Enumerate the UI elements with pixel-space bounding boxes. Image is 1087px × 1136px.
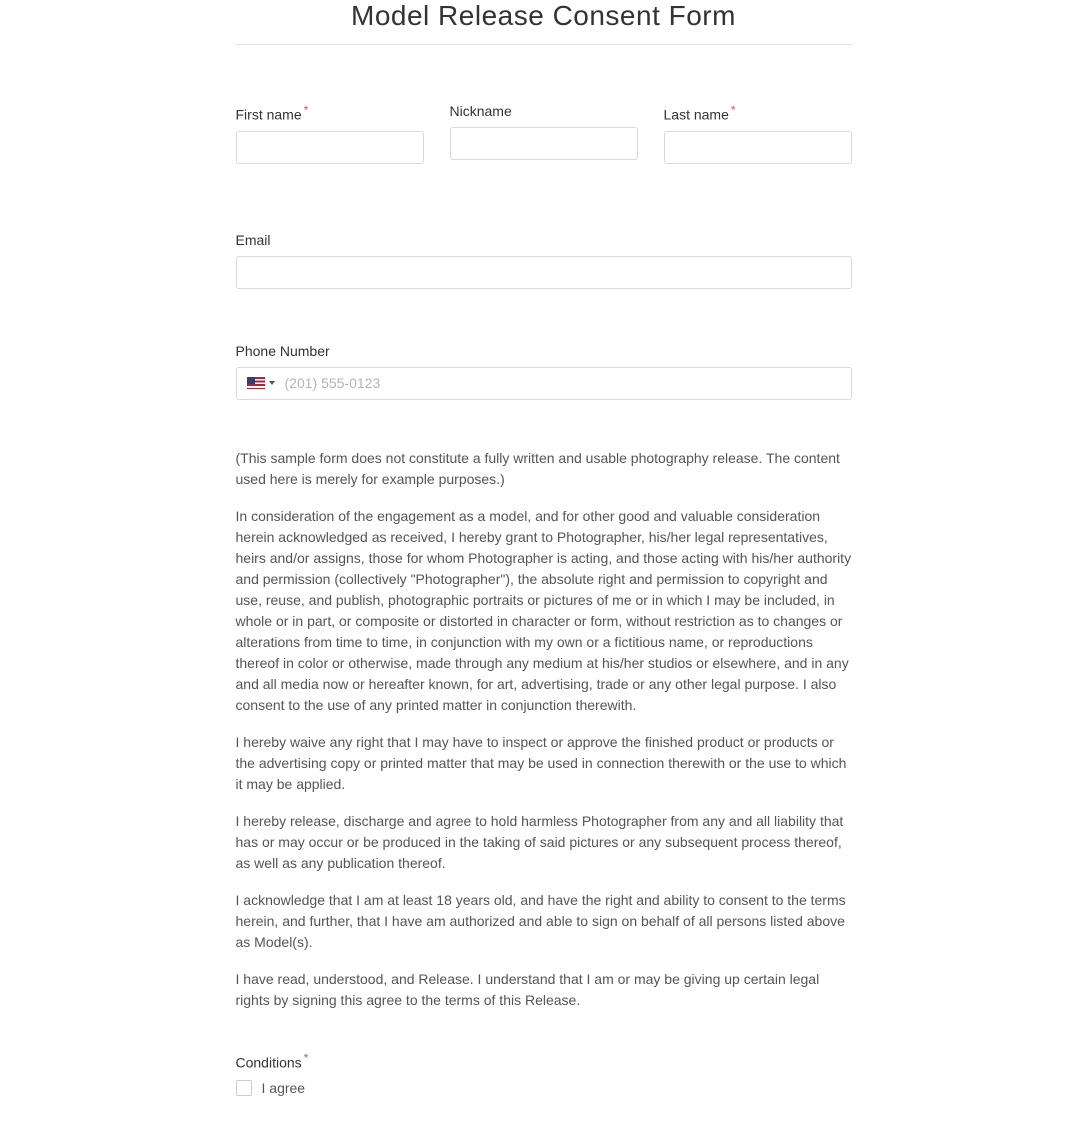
email-input[interactable] <box>236 256 852 289</box>
nickname-label: Nickname <box>450 103 638 119</box>
email-group: Email <box>236 232 852 289</box>
consent-paragraph: I hereby release, discharge and agree to… <box>236 811 852 874</box>
last-name-label: Last name* <box>664 103 852 123</box>
required-star-icon: * <box>304 103 309 117</box>
last-name-label-text: Last name <box>664 107 729 123</box>
required-star-icon: * <box>731 103 736 117</box>
first-name-group: First name* <box>236 103 424 164</box>
flag-us-icon <box>247 377 265 389</box>
country-code-selector[interactable] <box>247 377 285 389</box>
conditions-label-text: Conditions <box>236 1054 302 1070</box>
required-star-icon: * <box>304 1051 309 1065</box>
conditions-group: Conditions* I agree <box>236 1051 852 1097</box>
consent-paragraph: (This sample form does not constitute a … <box>236 448 852 490</box>
phone-input[interactable] <box>285 375 841 391</box>
consent-paragraph: I have read, understood, and Release. I … <box>236 969 852 1011</box>
agree-checkbox-label: I agree <box>262 1080 306 1096</box>
consent-text-block: (This sample form does not constitute a … <box>236 448 852 1011</box>
agree-checkbox-row: I agree <box>236 1080 852 1096</box>
form-container: Model Release Consent Form First name* N… <box>236 0 852 1096</box>
phone-label: Phone Number <box>236 343 852 359</box>
chevron-down-icon <box>269 381 275 385</box>
agree-checkbox[interactable] <box>236 1080 252 1096</box>
consent-paragraph: I hereby waive any right that I may have… <box>236 732 852 795</box>
name-row: First name* Nickname Last name* <box>236 103 852 164</box>
nickname-group: Nickname <box>450 103 638 164</box>
first-name-input[interactable] <box>236 131 424 164</box>
first-name-label-text: First name <box>236 107 302 123</box>
page-title: Model Release Consent Form <box>236 0 852 45</box>
nickname-input[interactable] <box>450 127 638 160</box>
consent-paragraph: I acknowledge that I am at least 18 year… <box>236 890 852 953</box>
consent-paragraph: In consideration of the engagement as a … <box>236 506 852 716</box>
phone-input-wrapper <box>236 367 852 400</box>
conditions-label: Conditions* <box>236 1051 852 1071</box>
email-label: Email <box>236 232 852 248</box>
first-name-label: First name* <box>236 103 424 123</box>
last-name-group: Last name* <box>664 103 852 164</box>
phone-group: Phone Number <box>236 343 852 400</box>
last-name-input[interactable] <box>664 131 852 164</box>
